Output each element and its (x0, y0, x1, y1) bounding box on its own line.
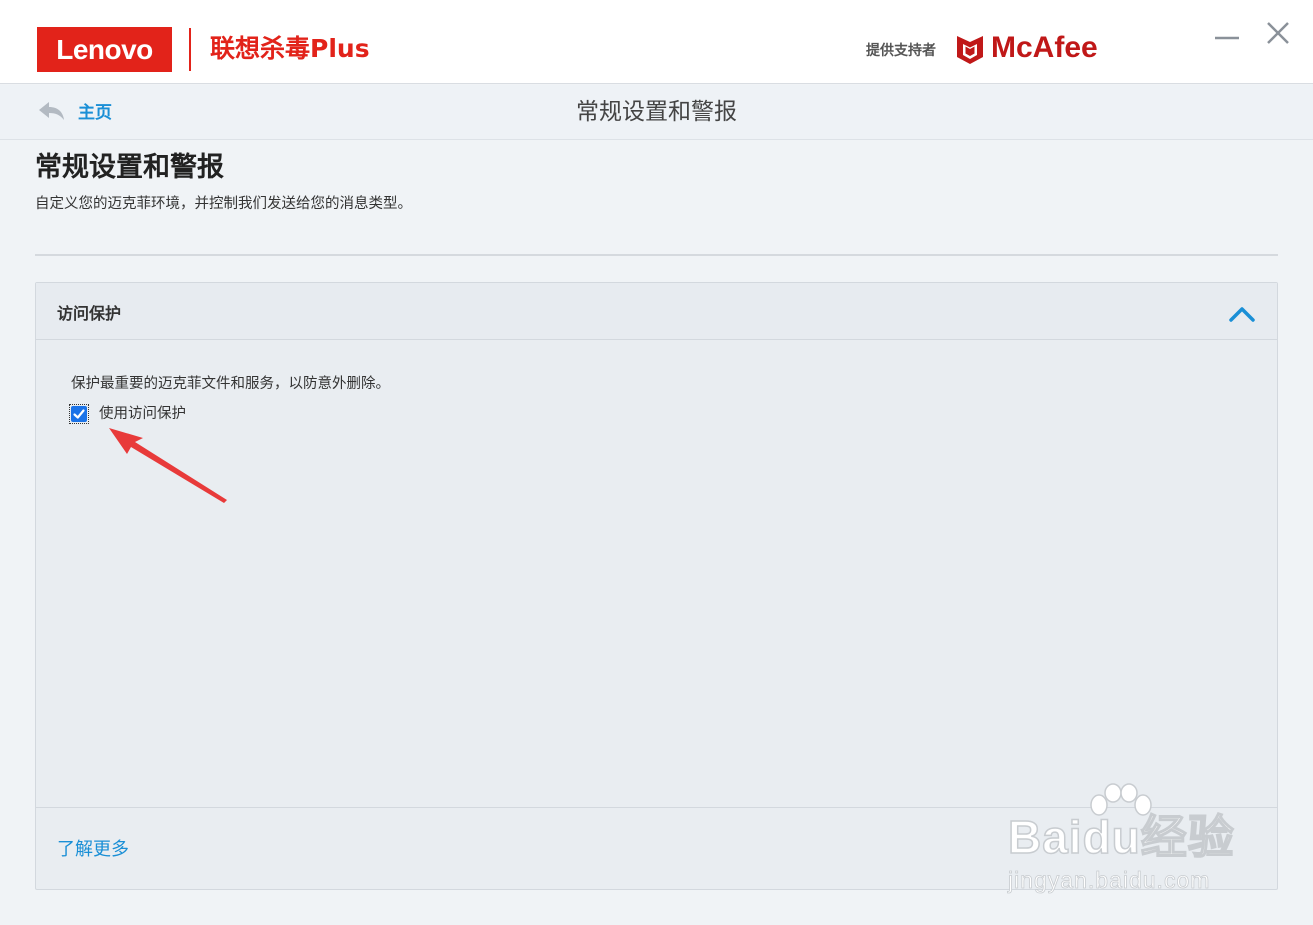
lenovo-logo: Lenovo (37, 27, 172, 72)
mcafee-logo: McAfee (991, 31, 1098, 64)
watermark-main: Baidu经验 (1007, 811, 1235, 863)
minimize-icon[interactable] (1212, 18, 1242, 48)
page-subtitle: 自定义您的迈克菲环境，并控制我们发送给您的消息类型。 (35, 196, 412, 212)
chevron-up-icon[interactable] (1227, 303, 1257, 325)
access-protection-checkbox[interactable] (69, 404, 89, 424)
checkmark-icon (73, 409, 85, 419)
learn-more-link[interactable]: 了解更多 (57, 838, 129, 862)
mcafee-shield-icon (957, 36, 983, 64)
nav-title: 常规设置和警报 (576, 99, 737, 125)
annotation-arrow-icon (109, 428, 227, 503)
section-divider (35, 254, 1278, 256)
powered-by-label: 提供支持者 (866, 43, 936, 59)
close-icon[interactable] (1263, 18, 1293, 48)
product-name: 联想杀毒Plus (210, 34, 370, 63)
panel-description: 保护最重要的迈克菲文件和服务，以防意外删除。 (71, 376, 390, 392)
panel-header[interactable]: 访问保护 (36, 283, 1277, 340)
panel-title: 访问保护 (57, 304, 122, 323)
title-bar: Lenovo 联想杀毒Plus 提供支持者 McAfee (0, 0, 1313, 84)
checkbox-checked (71, 406, 87, 422)
brand-divider (189, 28, 191, 71)
watermark-sub: jingyan.baidu.com (1008, 867, 1211, 894)
page-title: 常规设置和警报 (35, 152, 224, 183)
